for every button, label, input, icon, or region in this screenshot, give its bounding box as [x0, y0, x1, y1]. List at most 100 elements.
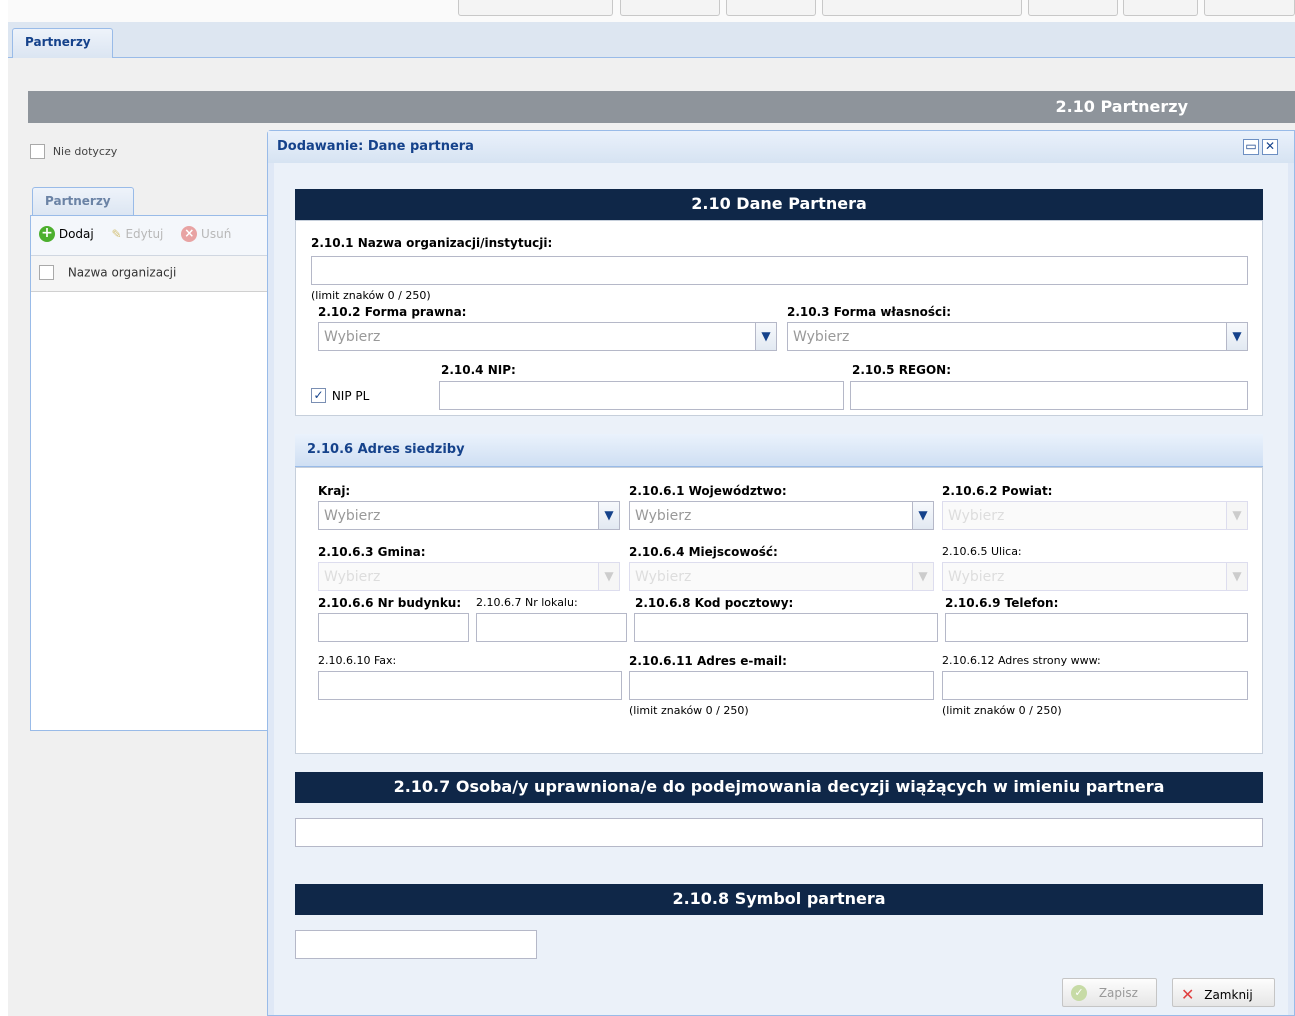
street-select[interactable]: Wybierz ▼ — [942, 562, 1248, 591]
email-input[interactable] — [629, 671, 934, 700]
plus-icon: + — [39, 226, 55, 242]
partner-data-section: 2.10.1 Nazwa organizacji/instytucji: (li… — [295, 220, 1263, 416]
close-icon[interactable]: ✕ — [1262, 139, 1278, 155]
tab-label: Partnerzy — [45, 194, 111, 208]
voivodeship-select[interactable]: Wybierz ▼ — [629, 501, 934, 530]
address-section: Kraj: Wybierz ▼ 2.10.6.1 Województwo: Wyb… — [295, 467, 1263, 754]
regon-input[interactable] — [850, 381, 1248, 410]
toolbar-button[interactable] — [1204, 0, 1295, 16]
add-label: Dodaj — [58, 226, 94, 241]
not-applicable-checkbox[interactable] — [30, 144, 45, 159]
chevron-down-icon: ▼ — [598, 562, 620, 591]
toolbar-button[interactable] — [822, 0, 1022, 16]
top-toolbar — [8, 0, 1295, 22]
nip-pl-label: NIP PL — [331, 388, 370, 403]
toolbar-button[interactable] — [458, 0, 613, 16]
delete-label: Usuń — [201, 226, 232, 241]
tab-partnerzy[interactable]: Partnerzy — [12, 28, 113, 58]
column-header-name[interactable]: Nazwa organizacji — [68, 266, 177, 280]
save-button[interactable]: ✓ Zapisz — [1062, 978, 1157, 1007]
regon-label: 2.10.5 REGON: — [852, 363, 952, 377]
chevron-down-icon[interactable]: ▼ — [912, 501, 934, 530]
org-name-limit: (limit znaków 0 / 250) — [311, 289, 431, 302]
county-select[interactable]: Wybierz ▼ — [942, 501, 1248, 530]
country-label: Kraj: — [318, 484, 351, 498]
commune-label: 2.10.6.3 Gmina: — [318, 545, 426, 559]
authorized-persons-field[interactable] — [295, 818, 1263, 847]
commune-value: Wybierz — [324, 569, 381, 585]
nip-pl-checkbox[interactable]: ✓ — [311, 388, 326, 403]
org-name-input[interactable] — [311, 256, 1248, 285]
dialog-header: Dodawanie: Dane partnera ▭ ✕ — [268, 131, 1294, 163]
toolbar-button[interactable] — [620, 0, 720, 16]
chevron-down-icon: ▼ — [912, 562, 934, 591]
partner-symbol-input[interactable] — [295, 930, 537, 959]
edit-button[interactable]: ✎ Edytuj — [112, 227, 164, 241]
section-title-dane-partnera: 2.10 Dane Partnera — [295, 189, 1263, 220]
www-input[interactable] — [942, 671, 1248, 700]
address-header: 2.10.6 Adres siedziby — [295, 434, 1263, 467]
www-label: 2.10.6.12 Adres strony www: — [942, 654, 1101, 667]
tab-partnerzy-inner[interactable]: Partnerzy — [32, 187, 134, 217]
phone-label: 2.10.6.9 Telefon: — [945, 596, 1059, 610]
country-value: Wybierz — [324, 508, 381, 524]
not-applicable-label: Nie dotyczy — [52, 145, 118, 158]
phone-input[interactable] — [945, 613, 1248, 642]
select-all-checkbox[interactable] — [39, 265, 54, 280]
email-label: 2.10.6.11 Adres e-mail: — [629, 654, 787, 668]
apartment-no-input[interactable] — [476, 613, 627, 642]
postal-code-input[interactable] — [634, 613, 938, 642]
dialog-title: Dodawanie: Dane partnera — [277, 139, 474, 154]
delete-icon: × — [181, 226, 198, 242]
page-title: 2.10 Partnerzy — [1055, 97, 1188, 116]
chevron-down-icon[interactable]: ▼ — [755, 322, 777, 351]
locality-select[interactable]: Wybierz ▼ — [629, 562, 934, 591]
edit-label: Edytuj — [125, 226, 164, 241]
delete-button[interactable]: × Usuń — [181, 226, 232, 242]
locality-label: 2.10.6.4 Miejscowość: — [629, 545, 778, 559]
county-value: Wybierz — [948, 508, 1005, 524]
toolbar-button[interactable] — [726, 0, 816, 16]
nip-pl-row: ✓ NIP PL — [311, 388, 369, 403]
country-select[interactable]: Wybierz ▼ — [318, 501, 620, 530]
commune-select[interactable]: Wybierz ▼ — [318, 562, 620, 591]
grid-toolbar: + Dodaj ✎ Edytuj × Usuń — [31, 216, 269, 256]
building-no-input[interactable] — [318, 613, 469, 642]
toolbar-button[interactable] — [1123, 0, 1198, 16]
apartment-no-label: 2.10.6.7 Nr lokalu: — [476, 596, 578, 609]
ownership-label: 2.10.3 Forma własności: — [787, 305, 952, 319]
nip-label: 2.10.4 NIP: — [441, 363, 516, 377]
chevron-down-icon[interactable]: ▼ — [598, 501, 620, 530]
dialog-body: 2.10 Dane Partnera 2.10.1 Nazwa organiza… — [274, 163, 1288, 1015]
fax-label: 2.10.6.10 Fax: — [318, 654, 397, 667]
partner-dialog: Dodawanie: Dane partnera ▭ ✕ 2.10 Dane P… — [267, 130, 1295, 1016]
grid-header: Nazwa organizacji — [31, 256, 269, 292]
nip-input[interactable] — [439, 381, 844, 410]
add-button[interactable]: + Dodaj — [39, 226, 94, 242]
voivodeship-value: Wybierz — [635, 508, 692, 524]
legal-form-select[interactable]: Wybierz ▼ — [318, 322, 777, 351]
ownership-value: Wybierz — [793, 329, 850, 345]
main-tab-bar: Partnerzy — [8, 22, 1295, 58]
authorized-persons-title: 2.10.7 Osoba/y uprawniona/e do podejmowa… — [295, 772, 1263, 803]
building-no-label: 2.10.6.6 Nr budynku: — [318, 596, 462, 610]
chevron-down-icon[interactable]: ▼ — [1226, 322, 1248, 351]
legal-form-label: 2.10.2 Forma prawna: — [318, 305, 467, 319]
org-name-label: 2.10.1 Nazwa organizacji/instytucji: — [311, 236, 553, 250]
close-button[interactable]: ✕ Zamknij — [1172, 978, 1275, 1007]
fax-input[interactable] — [318, 671, 622, 700]
close-label: Zamknij — [1204, 987, 1253, 1002]
street-label: 2.10.6.5 Ulica: — [942, 545, 1022, 558]
chevron-down-icon: ▼ — [1226, 501, 1248, 530]
partners-grid: + Dodaj ✎ Edytuj × Usuń Nazwa organizacj… — [30, 215, 270, 731]
maximize-icon[interactable]: ▭ — [1243, 139, 1259, 155]
close-x-icon: ✕ — [1181, 985, 1195, 1004]
county-label: 2.10.6.2 Powiat: — [942, 484, 1053, 498]
voivodeship-label: 2.10.6.1 Województwo: — [629, 484, 787, 498]
toolbar-button[interactable] — [1028, 0, 1118, 16]
email-limit: (limit znaków 0 / 250) — [629, 704, 749, 717]
ownership-select[interactable]: Wybierz ▼ — [787, 322, 1248, 351]
postal-code-label: 2.10.6.8 Kod pocztowy: — [635, 596, 794, 610]
legal-form-value: Wybierz — [324, 329, 381, 345]
tab-label: Partnerzy — [25, 35, 91, 49]
